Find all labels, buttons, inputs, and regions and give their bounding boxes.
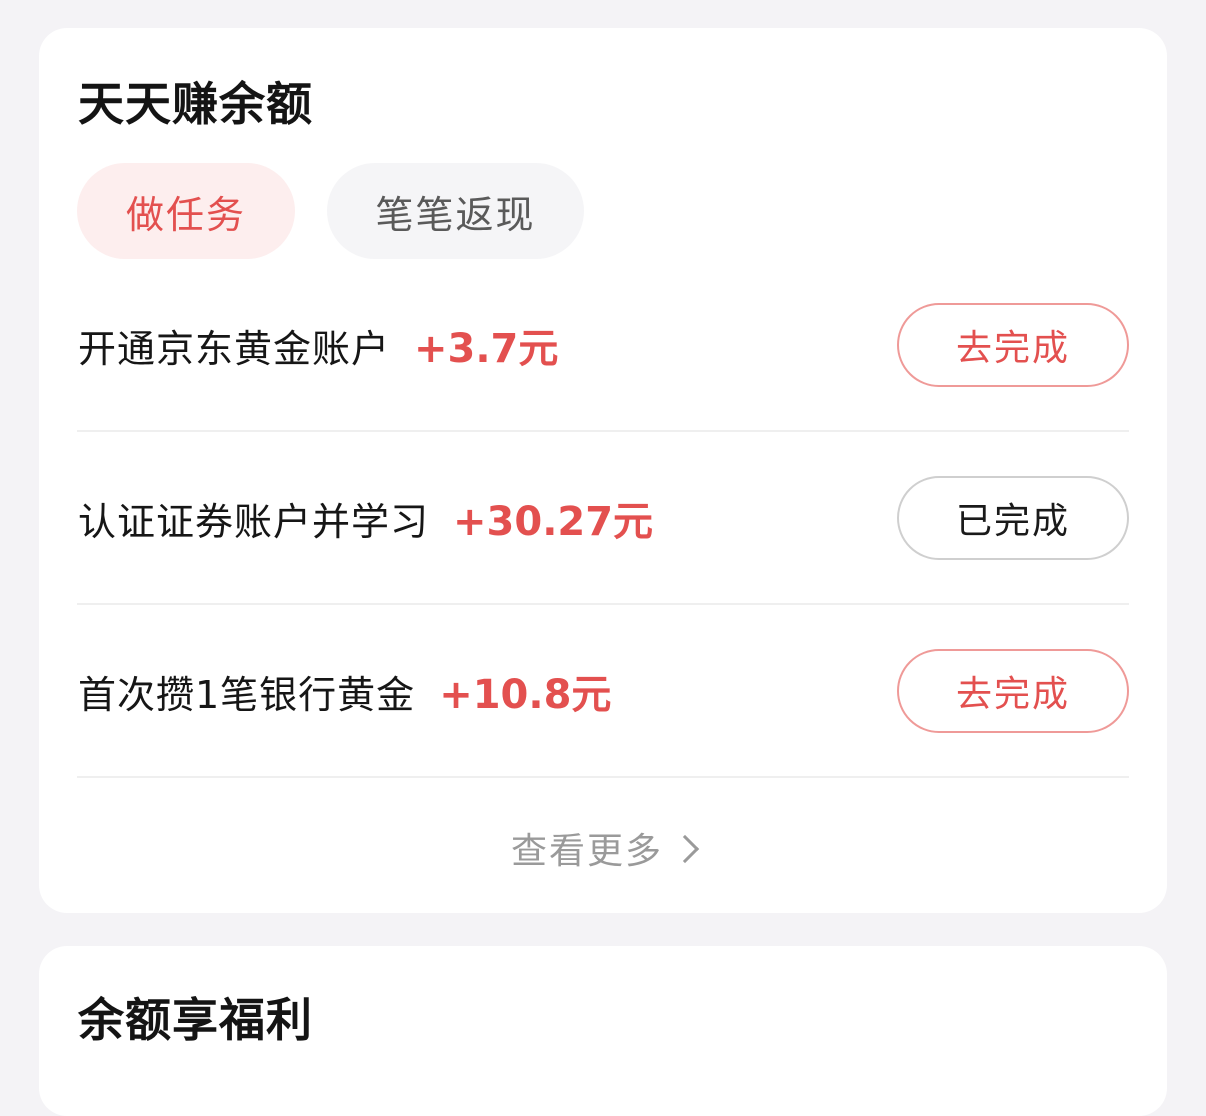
- task-row-securities-account: 认证证券账户并学习 +30.27元 已完成: [77, 432, 1129, 605]
- task-row-gold-account: 开通京东黄金账户 +3.7元 去完成: [77, 260, 1129, 432]
- task-reward: +3.7元: [414, 326, 559, 372]
- go-complete-button[interactable]: 去完成: [897, 303, 1129, 387]
- balance-benefits-card: 余额享福利: [39, 946, 1167, 1116]
- task-name: 首次攒1笔银行黄金: [78, 672, 416, 717]
- earn-balance-title: 天天赚余额: [78, 77, 313, 131]
- tab-cashback[interactable]: 笔笔返现: [327, 163, 584, 259]
- earn-balance-card: 天天赚余额 做任务 笔笔返现 开通京东黄金账户 +3.7元 去完成 认证证券账户…: [39, 28, 1167, 913]
- view-more-link[interactable]: 查看更多: [39, 822, 1167, 874]
- task-name: 开通京东黄金账户: [78, 327, 391, 371]
- task-list: 开通京东黄金账户 +3.7元 去完成 认证证券账户并学习 +30.27元 已完成…: [77, 260, 1129, 778]
- task-row-bank-gold: 首次攒1笔银行黄金 +10.8元 去完成: [77, 605, 1129, 778]
- view-more-label: 查看更多: [510, 831, 663, 872]
- chevron-right-icon: [670, 834, 700, 864]
- task-name: 认证证券账户并学习: [78, 499, 430, 544]
- task-reward: +10.8元: [439, 671, 612, 718]
- task-reward: +30.27元: [453, 498, 654, 545]
- balance-benefits-title: 余额享福利: [78, 993, 313, 1047]
- go-complete-button[interactable]: 去完成: [897, 648, 1129, 733]
- task-tabs: 做任务 笔笔返现: [77, 163, 584, 259]
- tab-tasks[interactable]: 做任务: [77, 163, 295, 259]
- completed-button[interactable]: 已完成: [897, 475, 1129, 560]
